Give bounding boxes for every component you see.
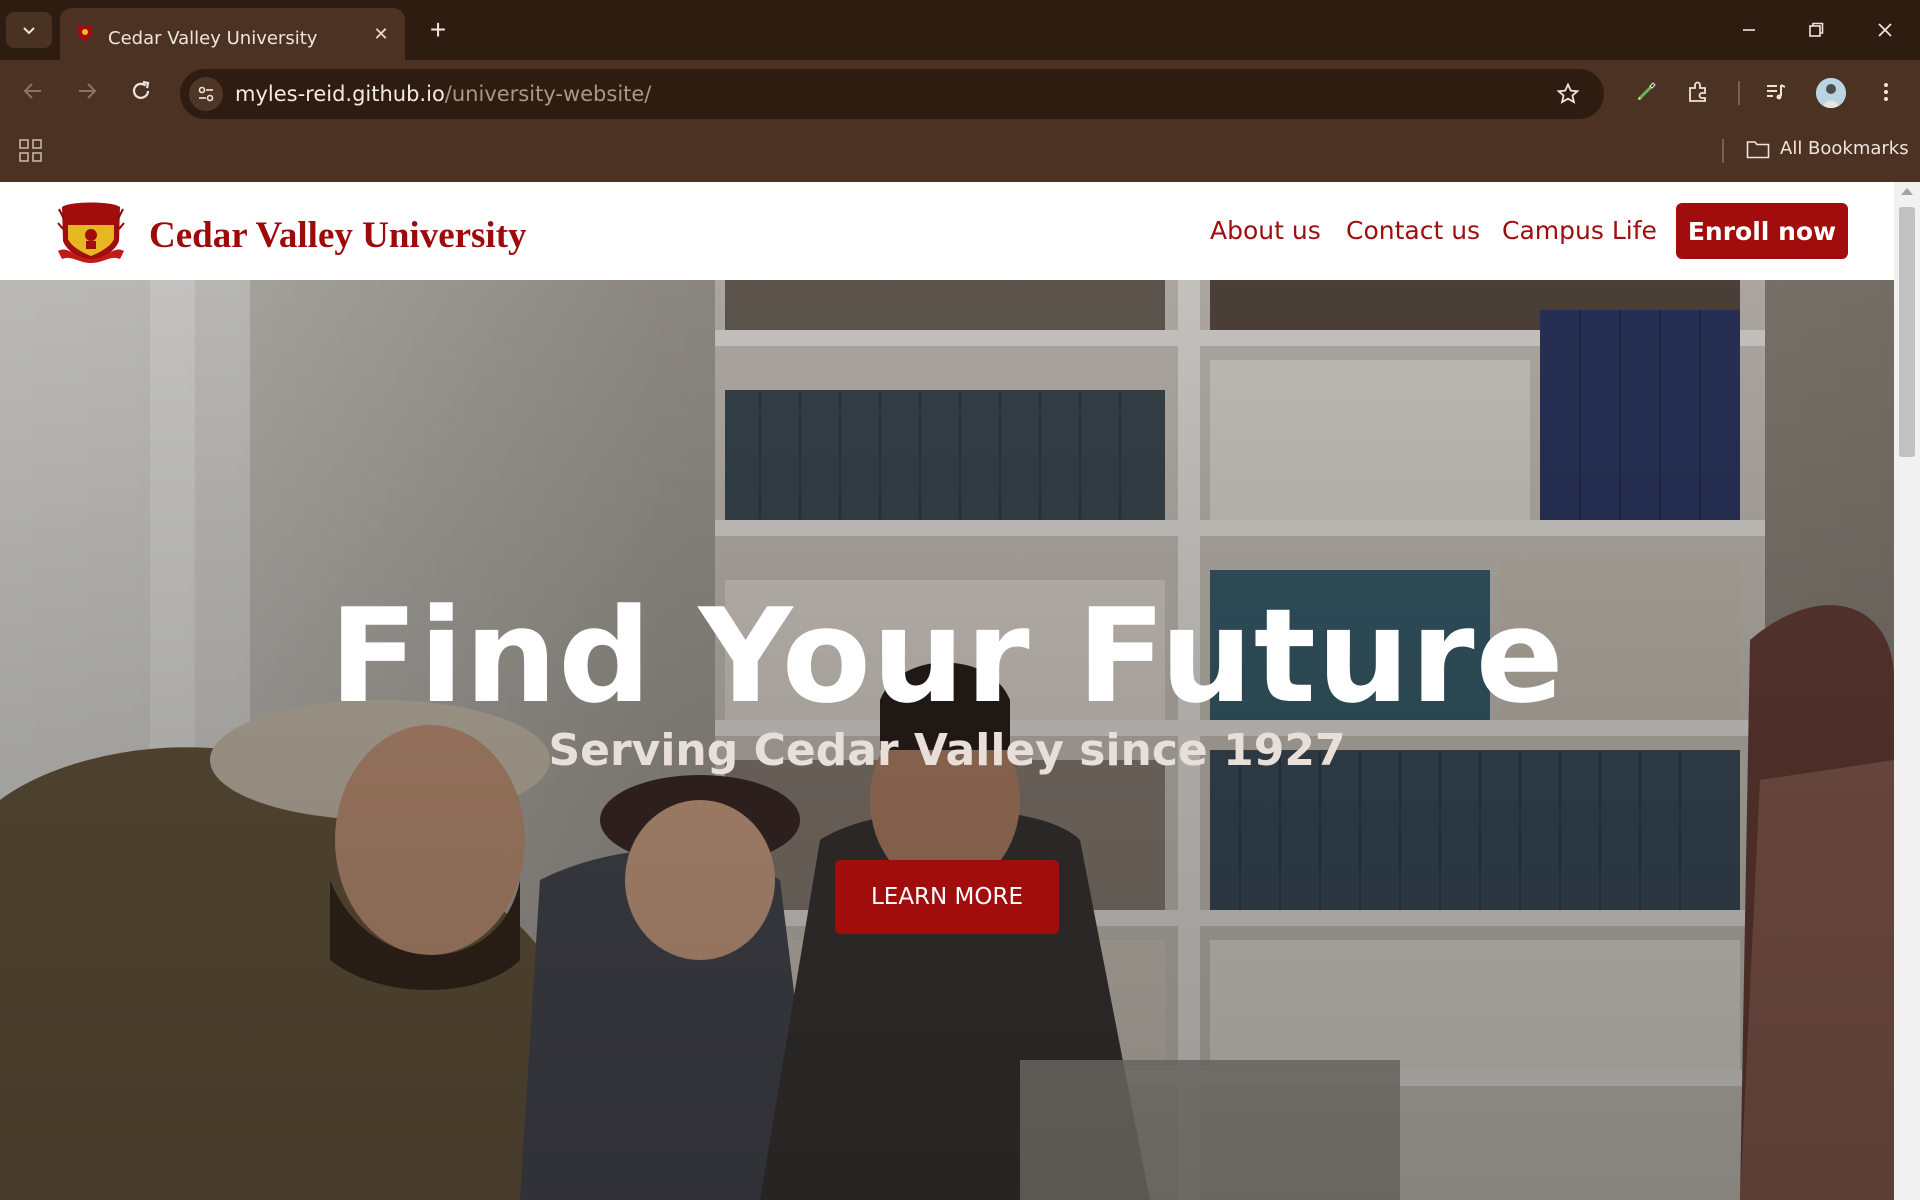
nav-campus-life[interactable]: Campus Life (1502, 216, 1657, 245)
enroll-now-button[interactable]: Enroll now (1676, 203, 1848, 259)
browser-tab-active[interactable]: Cedar Valley University ✕ (60, 8, 405, 60)
back-arrow-icon[interactable] (16, 74, 50, 108)
tab-title: Cedar Valley University (108, 28, 318, 49)
window-restore-icon[interactable] (1791, 10, 1841, 50)
bookmarks-bar (0, 125, 1920, 182)
page-scrollbar[interactable] (1894, 182, 1920, 1200)
folder-icon (1746, 140, 1770, 158)
page-viewport: Cedar Valley University About us Contact… (0, 182, 1894, 1200)
chevron-down-icon (23, 27, 35, 35)
nav-contact-us[interactable]: Contact us (1346, 216, 1480, 245)
window-minimize-icon[interactable] (1724, 10, 1774, 50)
media-controls-icon[interactable] (1758, 74, 1794, 110)
site-settings-icon[interactable] (189, 77, 223, 111)
hero-subheading: Serving Cedar Valley since 1927 (548, 725, 1346, 776)
extensions-icon[interactable] (1680, 74, 1716, 110)
reload-icon[interactable] (124, 74, 158, 108)
scrollbar-thumb[interactable] (1899, 207, 1915, 457)
url-text[interactable]: myles-reid.github.io/university-website/ (235, 82, 651, 106)
tab-close-icon[interactable]: ✕ (369, 22, 393, 46)
bookmarks-separator (1722, 139, 1724, 163)
site-header: Cedar Valley University About us Contact… (0, 182, 1894, 280)
address-bar[interactable]: myles-reid.github.io/university-website/ (180, 69, 1604, 119)
url-host: myles-reid.github.io (235, 82, 445, 106)
hero-section: Find Your Future Serving Cedar Valley si… (0, 280, 1894, 1200)
all-bookmarks-button[interactable]: All Bookmarks (1746, 138, 1909, 159)
nav-about-us[interactable]: About us (1210, 216, 1321, 245)
site-name[interactable]: Cedar Valley University (149, 214, 527, 257)
scroll-up-arrow-icon[interactable] (1901, 188, 1913, 195)
tab-list-button[interactable] (6, 12, 52, 48)
forward-arrow-icon[interactable] (70, 74, 104, 108)
university-favicon-icon (78, 26, 92, 41)
university-crest-logo[interactable] (56, 199, 126, 265)
all-bookmarks-label: All Bookmarks (1780, 138, 1909, 159)
url-path: /university-website/ (444, 82, 652, 106)
hero-heading: Find Your Future (329, 580, 1565, 732)
window-close-icon[interactable] (1860, 10, 1910, 50)
pen-icon[interactable] (1628, 74, 1664, 110)
learn-more-button[interactable]: LEARN MORE (835, 860, 1059, 934)
toolbar-separator (1738, 81, 1740, 105)
profile-avatar[interactable] (1816, 78, 1846, 108)
browser-menu-icon[interactable] (1868, 74, 1904, 110)
bookmark-star-icon[interactable] (1554, 80, 1582, 108)
apps-grid-icon[interactable] (18, 138, 44, 164)
new-tab-plus-icon[interactable]: + (422, 14, 454, 46)
